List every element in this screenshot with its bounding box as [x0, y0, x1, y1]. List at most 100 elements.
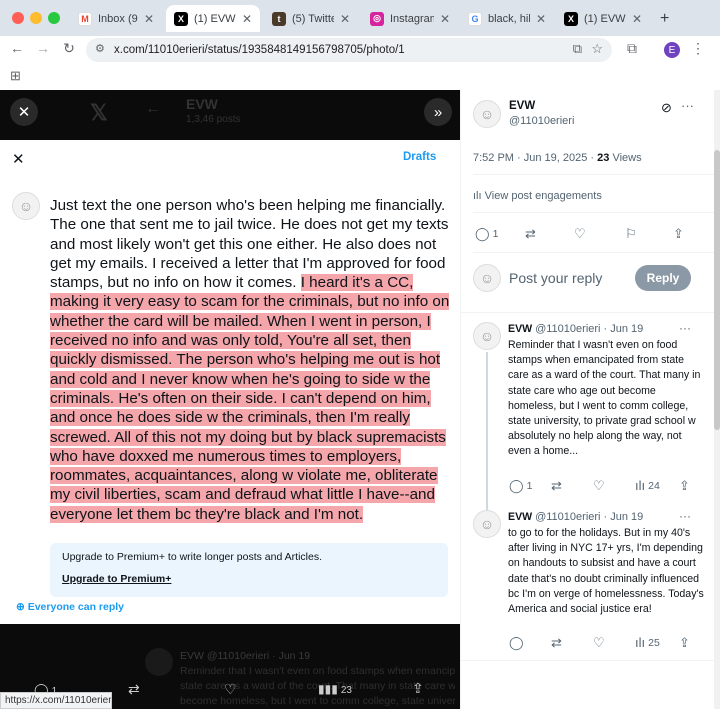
thread-line: [486, 352, 488, 512]
author-name[interactable]: EVW: [509, 100, 535, 112]
status-bar-url: https://x.com/11010erieri: [0, 692, 112, 709]
new-tab-button[interactable]: +: [652, 5, 676, 32]
minimize-window-button[interactable]: [30, 12, 42, 24]
author-handle[interactable]: @11010erieri: [509, 115, 574, 127]
instagram-icon: ◎: [370, 11, 384, 26]
tab-x[interactable]: X (1) EVW (@ ✕: [556, 5, 650, 32]
stats-icon: ılı: [635, 635, 646, 650]
google-icon: G: [468, 11, 482, 26]
reply-more-icon[interactable]: ···: [679, 509, 691, 523]
install-app-icon[interactable]: ⧉: [573, 41, 582, 57]
close-window-button[interactable]: [12, 12, 24, 24]
browser-toolbar: ← → ↻ ⚙ x.com/11010erieri/status/1935848…: [0, 36, 720, 64]
tab-search-icon[interactable]: ⧉: [622, 40, 642, 57]
post-highlighted-text: I heard it's a CC, making it very easy t…: [50, 274, 450, 523]
reload-icon[interactable]: ↻: [59, 40, 79, 57]
reply-input[interactable]: Post your reply: [509, 270, 602, 286]
divider: [461, 312, 715, 313]
draft-avatar: ☺: [12, 192, 40, 220]
reply-share-icon[interactable]: ⇪: [679, 478, 690, 494]
more-options-icon[interactable]: ···: [681, 98, 694, 113]
forward-icon[interactable]: →: [33, 40, 53, 56]
reply-icon: ◯: [475, 226, 490, 241]
x-icon: X: [174, 11, 188, 26]
close-tab-icon[interactable]: ✕: [632, 12, 642, 26]
stats-icon: ılı: [635, 478, 646, 493]
reply-header: EVW @11010erieri · Jun 19: [508, 511, 644, 523]
reply-views-button[interactable]: ılı 25: [635, 635, 660, 650]
close-tab-icon[interactable]: ✕: [440, 12, 450, 26]
share-icon[interactable]: ⇪: [673, 226, 684, 242]
viewer-like-icon[interactable]: ♡: [224, 681, 237, 698]
reply-submit-button[interactable]: Reply: [635, 265, 691, 291]
repost-icon[interactable]: ⇄: [525, 226, 536, 242]
premium-link: Upgrade to Premium+: [62, 573, 172, 585]
site-info-icon[interactable]: ⚙: [95, 42, 105, 55]
reply-box-avatar: ☺: [473, 264, 501, 292]
tab-google[interactable]: G black, hikin ✕: [460, 5, 554, 32]
close-tab-icon[interactable]: ✕: [242, 12, 252, 26]
maximize-window-button[interactable]: [48, 12, 60, 24]
back-icon[interactable]: ←: [7, 40, 27, 56]
bookmark-star-icon[interactable]: ☆: [591, 41, 603, 57]
close-tab-icon[interactable]: ✕: [144, 12, 154, 26]
bookmarks-bar: ⊞: [0, 64, 720, 90]
draft-close-icon: ✕: [12, 151, 25, 168]
globe-icon: ⊕: [16, 601, 28, 613]
reply-reply-button[interactable]: ◯ 1: [509, 478, 532, 494]
expand-panel-icon[interactable]: »: [424, 98, 452, 126]
premium-text: Upgrade to Premium+ to write longer post…: [62, 551, 322, 563]
x-icon: X: [564, 11, 578, 26]
gmail-icon: M: [78, 11, 92, 26]
post-timestamp: 7:52 PM · Jun 19, 2025 · 23 Views: [473, 152, 642, 164]
reply-like-icon[interactable]: ♡: [593, 478, 605, 494]
reply-text: to go to for the holidays. But in my 40'…: [508, 527, 704, 616]
reply-text: Reminder that I wasn't even on food stam…: [508, 339, 701, 458]
reply-like-icon[interactable]: ♡: [593, 635, 605, 651]
bg-reply-header: EVW @11010erieri · Jun 19: [180, 650, 311, 662]
menu-kebab-icon[interactable]: ⋮: [688, 40, 708, 57]
viewer-repost-icon[interactable]: ⇄: [128, 681, 140, 698]
reply-avatar[interactable]: ☺: [473, 322, 501, 350]
like-icon[interactable]: ♡: [574, 226, 586, 242]
stats-icon: ılı: [473, 190, 485, 202]
bookmark-icon[interactable]: ⚐: [625, 226, 637, 242]
reply-share-icon[interactable]: ⇪: [679, 635, 690, 651]
reply-icon: ◯: [509, 478, 524, 493]
reply-repost-icon[interactable]: ⇄: [551, 478, 562, 494]
viewer-share-icon[interactable]: ⇪: [412, 680, 424, 697]
bg-avatar: [145, 648, 173, 676]
drafts-label: Drafts: [403, 151, 437, 163]
scrollbar-thumb[interactable]: [714, 150, 720, 430]
tab-x-active[interactable]: X (1) EVW (@ ✕: [166, 5, 260, 32]
close-tab-icon[interactable]: ✕: [340, 12, 350, 26]
reply-reply-button[interactable]: ◯: [509, 635, 524, 651]
reply-repost-icon[interactable]: ⇄: [551, 635, 562, 651]
view-engagements-link[interactable]: ılı View post engagements: [473, 190, 602, 202]
address-bar[interactable]: ⚙ x.com/11010erieri/status/1935848149156…: [86, 38, 612, 62]
divider: [473, 252, 715, 253]
author-avatar[interactable]: ☺: [473, 100, 501, 128]
premium-upsell: Upgrade to Premium+ to write longer post…: [50, 543, 448, 597]
reply-header: EVW @11010erieri · Jun 19: [508, 323, 644, 335]
everyone-can-reply-label: Everyone can reply: [27, 601, 125, 613]
reply-avatar[interactable]: ☺: [473, 510, 501, 538]
twitter-icon: t: [272, 11, 286, 26]
tab-instagram[interactable]: ◎ Instagram ✕: [362, 5, 458, 32]
divider: [473, 212, 715, 213]
bg-back-icon: ←: [145, 100, 161, 117]
divider: [473, 174, 715, 175]
viewer-views-icon[interactable]: ▮▮▮ 23: [318, 682, 352, 696]
reply-more-icon[interactable]: ···: [679, 321, 691, 335]
bg-profile-name: EVW: [186, 96, 218, 112]
x-logo-icon: 𝕏: [90, 100, 108, 125]
tab-gmail[interactable]: M Inbox (94) ✕: [70, 5, 162, 32]
profile-avatar[interactable]: E: [664, 42, 680, 58]
grok-icon[interactable]: ⊘: [661, 100, 672, 116]
tab-twitter[interactable]: t (5) Twitter ✕: [264, 5, 358, 32]
close-viewer-icon[interactable]: ✕: [10, 98, 38, 126]
close-tab-icon[interactable]: ✕: [536, 12, 546, 26]
apps-grid-icon[interactable]: ⊞: [10, 68, 21, 84]
reply-views-button[interactable]: ılı 24: [635, 478, 660, 493]
reply-button[interactable]: ◯ 1: [475, 226, 498, 242]
